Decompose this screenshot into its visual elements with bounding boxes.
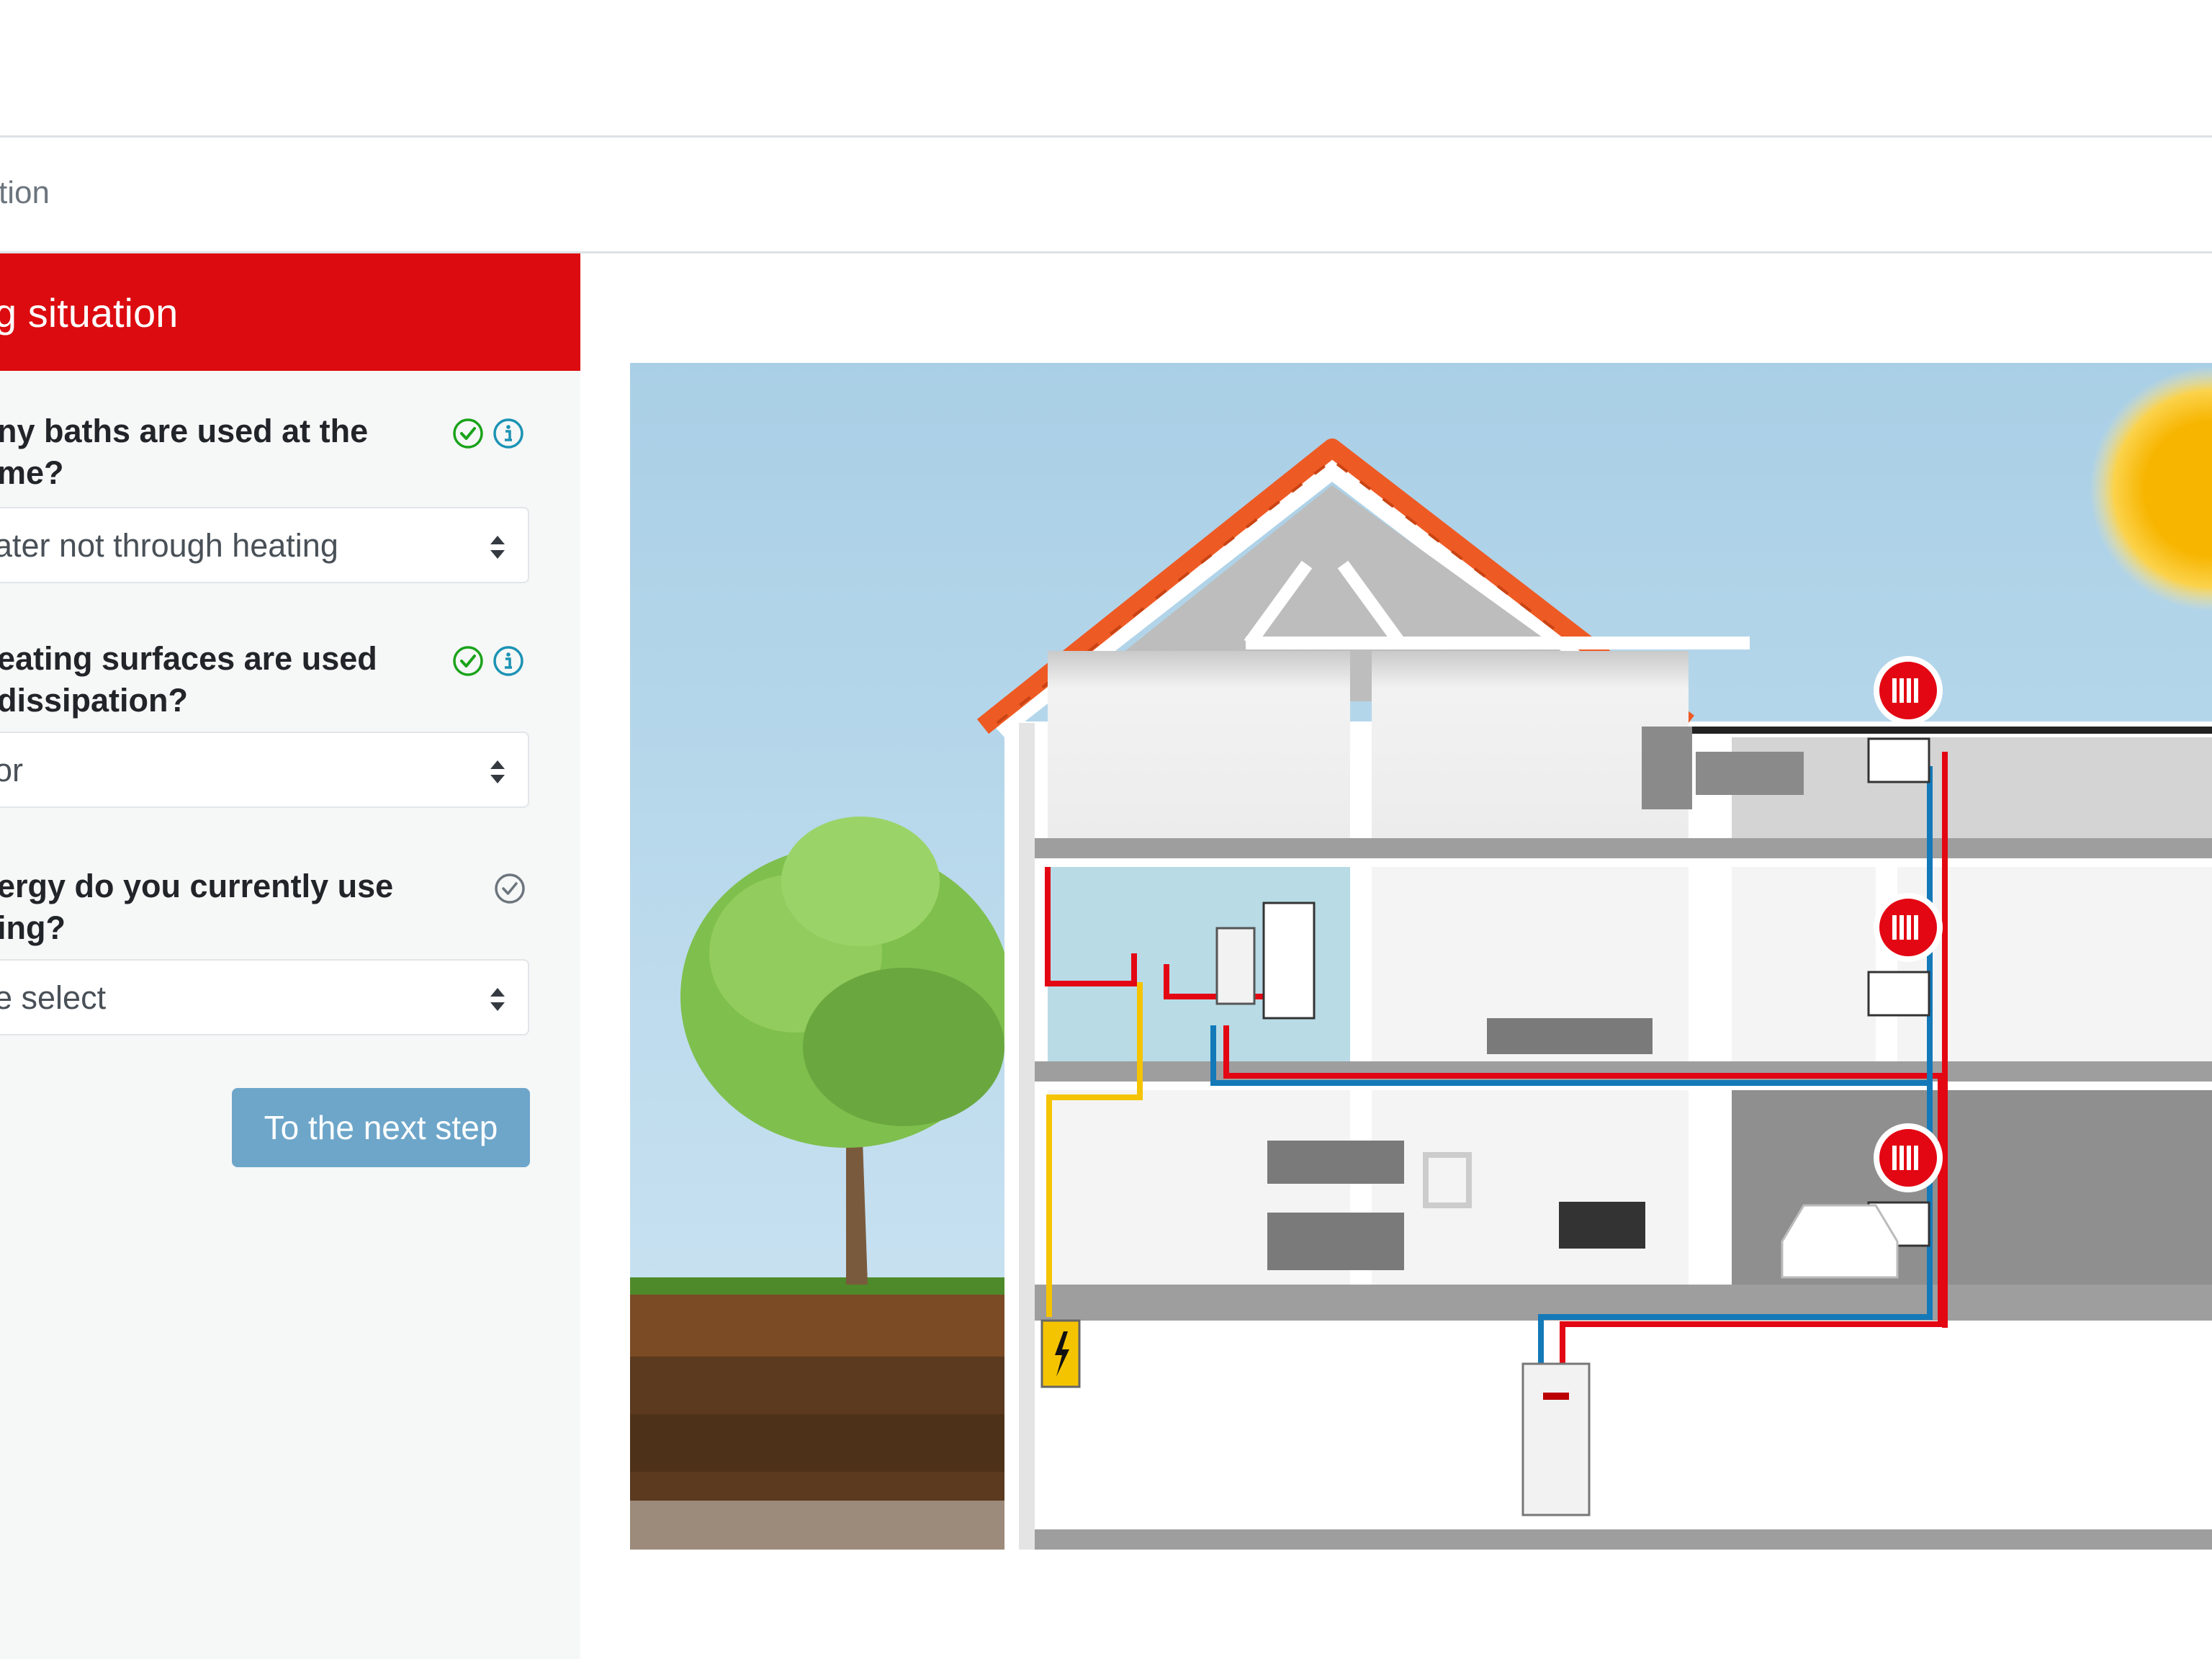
top-header bbox=[0, 0, 2212, 138]
questionnaire-panel: g situation ny baths are used at the me?… bbox=[0, 253, 580, 1659]
question-label-line: dissipation? bbox=[0, 682, 189, 719]
breadcrumb-current: tion bbox=[0, 175, 50, 210]
panel-header: g situation bbox=[0, 253, 580, 371]
car bbox=[1781, 1204, 1899, 1279]
question-label: ny baths are used at the me? bbox=[0, 410, 400, 494]
info-icon[interactable] bbox=[493, 418, 524, 449]
select-arrows-icon bbox=[490, 760, 505, 783]
pending-check-icon bbox=[495, 873, 525, 904]
basement bbox=[1048, 1328, 1689, 1537]
tv bbox=[1559, 1202, 1645, 1249]
baths-select[interactable]: ater not through heating bbox=[0, 507, 529, 583]
select-arrows-icon bbox=[490, 536, 505, 559]
boiler bbox=[1521, 1362, 1591, 1516]
question-label-line: ing? bbox=[0, 909, 66, 946]
breadcrumb-bar: tion bbox=[0, 138, 2212, 253]
bed bbox=[1487, 1018, 1653, 1054]
question-label: ergy do you currently use ing? bbox=[0, 866, 400, 949]
energy-source-select[interactable]: e select bbox=[0, 959, 529, 1035]
check-circle-icon bbox=[453, 646, 483, 676]
select-value: ater not through heating bbox=[0, 527, 338, 564]
select-value: e select bbox=[0, 979, 107, 1016]
rooms bbox=[1019, 651, 2212, 1550]
panel-title: g situation bbox=[0, 290, 179, 336]
next-step-button[interactable]: To the next step bbox=[232, 1088, 530, 1167]
question-label-line: ergy do you currently use bbox=[0, 868, 394, 904]
select-arrows-icon bbox=[490, 988, 505, 1011]
question-label: eating surfaces are used dissipation? bbox=[0, 638, 400, 721]
grass bbox=[630, 1277, 1019, 1295]
check-circle-icon bbox=[453, 418, 483, 449]
info-icon[interactable] bbox=[493, 645, 524, 677]
question-label-line: ny baths are used at the bbox=[0, 413, 369, 449]
water-heater bbox=[1215, 927, 1256, 1005]
heating-system-illustration bbox=[630, 363, 2212, 1550]
question-label-line: eating surfaces are used bbox=[0, 640, 377, 677]
towel-radiator bbox=[1262, 902, 1316, 1020]
question-label-line: me? bbox=[0, 454, 64, 491]
heating-surfaces-select[interactable]: or bbox=[0, 732, 529, 808]
select-value: or bbox=[0, 752, 24, 788]
